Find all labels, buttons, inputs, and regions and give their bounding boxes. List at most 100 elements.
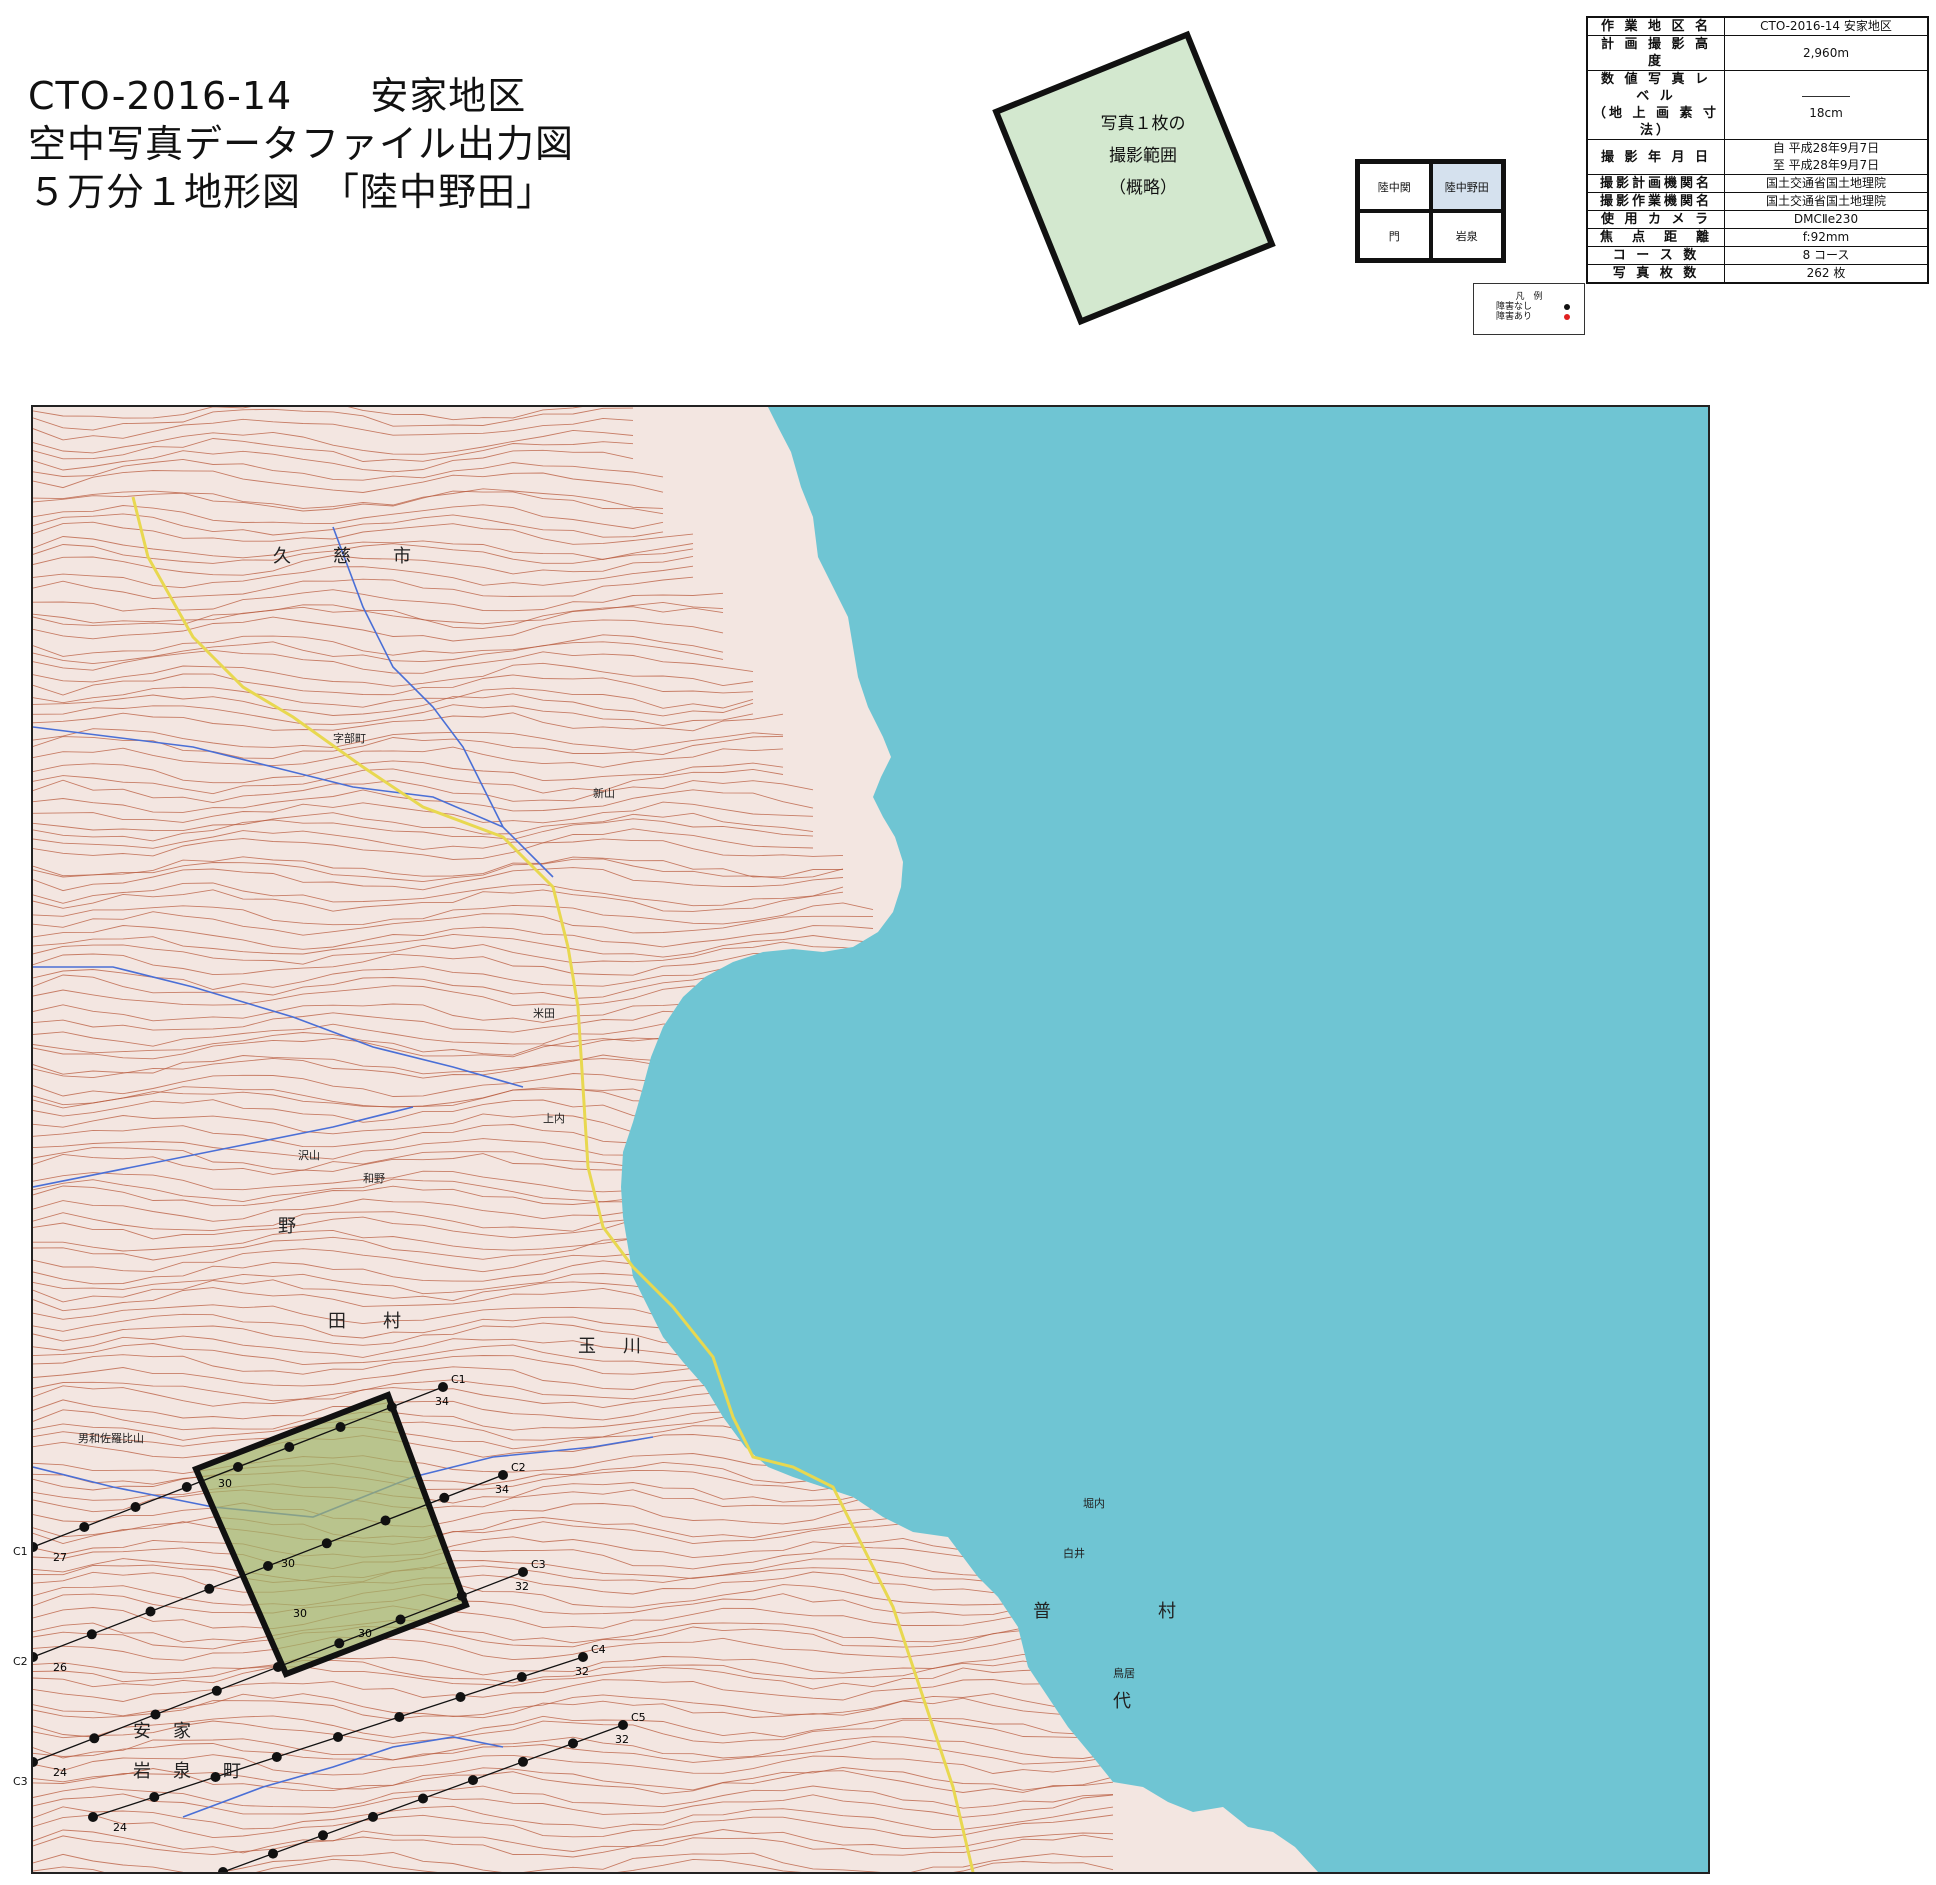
exposure-point [318,1830,328,1841]
legend: 凡 例 障害なし 障害あり [1473,283,1585,335]
legend-no-obstacle-label: 障害なし [1496,302,1533,312]
exposure-point [211,1685,222,1696]
place-name-label: 慈 [333,546,351,567]
place-name-label: 上内 [543,1111,565,1125]
title-line-1: CTO-2016-14 安家地区 [28,74,527,118]
place-name-label: 新山 [593,786,615,800]
topographic-map: C13427C23426C33224C43224C53229 久慈市野田村玉川普… [31,405,1710,1874]
info-key: 計 画 撮 影 高 度 [1586,35,1725,71]
exposure-point [380,1515,391,1526]
title-line-2: 空中写真データファイル出力図 [28,122,575,166]
place-name-label: 村 [1158,1601,1176,1622]
place-name-label: 田 [328,1311,346,1332]
photo-number-label: 30 [293,1607,307,1620]
place-name-label: 代 [1113,1691,1131,1712]
exposure-point [334,1638,345,1649]
info-value: 18cm [1809,106,1843,120]
course-start-label: C1 [13,1545,28,1558]
exposure-point [284,1442,295,1452]
place-name-label: 男和佐羅比山 [78,1431,144,1445]
exposure-point [271,1752,282,1762]
place-name-label: 堀内 [1083,1496,1105,1510]
exposure-point [150,1709,161,1720]
exposure-point [145,1606,156,1617]
sheet-index-map: 陸中関 陸中野田 門 岩泉 [1355,159,1506,263]
exposure-point [204,1583,215,1594]
course-end-label: C3 [531,1558,546,1571]
place-name-label: 普 [1033,1601,1051,1622]
survey-info-table: 作 業 地 区 名 CTO-2016-14 安家地区 計 画 撮 影 高 度 2,9… [1586,16,1929,284]
exposure-point [333,1732,343,1742]
info-value: CTO-2016-14 安家地区 [1724,16,1929,36]
legend-red-dot-icon [1564,314,1570,320]
exposure-point [233,1462,243,1472]
exposure-point [130,1502,141,1512]
exposure-point [386,1402,397,1412]
exposure-point [268,1848,278,1859]
info-value: 国土交通省国土地理院 [1724,192,1929,211]
course-end-label: C5 [631,1711,646,1724]
course-end-photo-number: 32 [615,1733,629,1746]
course-end-photo-number: 34 [435,1395,449,1408]
exposure-point [86,1629,97,1640]
info-key: 撮 影 年 月 日 [1586,139,1725,175]
place-name-label: 字部町 [333,731,366,745]
exposure-point [439,1492,450,1503]
exposure-point [394,1712,405,1722]
place-name-label: 市 [393,546,411,567]
footprint-caption-1: 写真１枚の [1100,114,1186,134]
course-start-label: C2 [13,1655,28,1668]
photo-number-label: 30 [281,1557,295,1570]
place-name-label: 玉 [578,1336,596,1357]
exposure-point [321,1538,332,1549]
place-name-label: 村 [383,1311,401,1332]
legend-obstacle-label: 障害あり [1496,312,1533,322]
place-name-label: 米田 [533,1007,555,1020]
exposure-point [455,1692,466,1702]
info-value: f:92mm [1724,228,1929,247]
info-value: 国土交通省国土地理院 [1724,174,1929,193]
exposure-point [335,1422,346,1432]
exposure-point [395,1614,406,1625]
place-name-label: 沢山 [298,1148,320,1162]
info-value: 自 平成28年9月7日 [1772,141,1880,155]
exposure-point [368,1811,378,1822]
exposure-point [578,1652,588,1662]
place-name-label: 野 [278,1216,296,1237]
exposure-point [438,1382,448,1392]
exposure-point [273,1662,283,1672]
exposure-point [456,1590,467,1601]
map-title: CTO-2016-14 安家地区 空中写真データファイル出力図 ５万分１地形図 … [28,72,574,216]
place-name-label: 泉 [173,1761,191,1782]
course-end-photo-number: 32 [515,1580,529,1593]
course-end-label: C4 [591,1643,606,1656]
exposure-point [468,1775,478,1786]
index-sheet-se: 岩泉 [1430,211,1503,260]
index-sheet-current: 陸中野田 [1430,162,1503,211]
photo-number-label: 30 [218,1477,232,1490]
info-key: （地 上 画 素 寸 法） [1592,106,1720,138]
footprint-caption: 写真１枚の 撮影範囲 （概略） [1008,108,1278,204]
course-start-photo-number: 26 [53,1661,67,1674]
exposure-point [618,1720,628,1730]
exposure-point [516,1672,527,1682]
course-start-photo-number: 24 [113,1821,127,1834]
exposure-point [210,1772,221,1782]
exposure-point [518,1756,528,1767]
exposure-point [568,1738,578,1749]
info-key: 撮影計画機関名 [1586,174,1725,193]
course-end-label: C2 [511,1461,526,1474]
info-value: DMCⅡe230 [1724,210,1929,229]
footprint-caption-2: 撮影範囲 [1109,146,1177,166]
place-name-label: 鳥居 [1113,1666,1135,1680]
course-start-label: C3 [13,1775,28,1788]
place-name-label: 岩 [133,1761,151,1782]
place-name-label: 和野 [363,1172,385,1185]
info-value: 262 枚 [1724,264,1929,284]
info-value: 至 平成28年9月7日 [1772,158,1880,172]
exposure-point [181,1482,192,1492]
info-key: 焦 点 距 離 [1586,228,1725,247]
title-line-3: ５万分１地形図 「陸中野田」 [28,170,556,214]
info-key: 写 真 枚 数 [1586,264,1725,284]
map-canvas: C13427C23426C33224C43224C53229 久慈市野田村玉川普… [33,407,1708,1872]
